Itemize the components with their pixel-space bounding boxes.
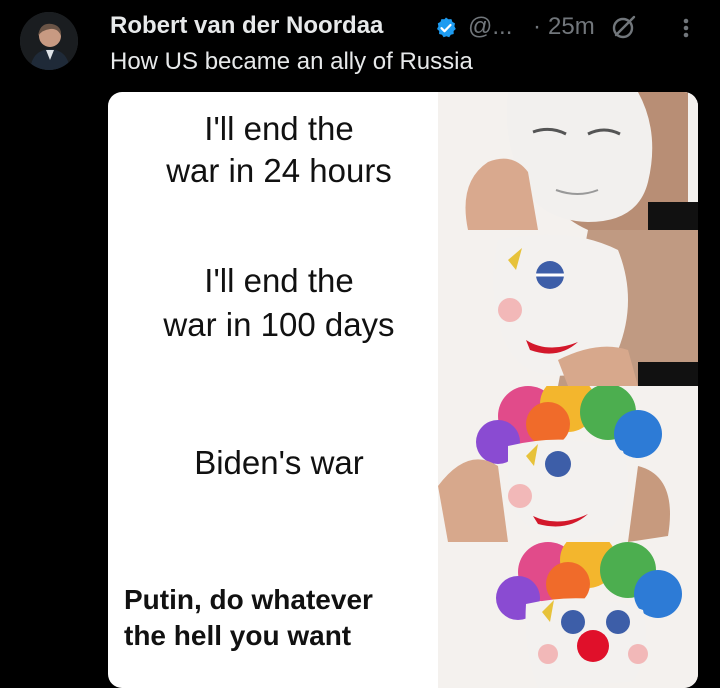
meme-panel-4: Putin, do whatever the hell you want xyxy=(108,542,698,688)
panel-2-caption-line2: war in 100 days xyxy=(163,306,395,343)
author-name[interactable]: Robert van der Noordaa xyxy=(110,12,383,40)
panel-4-caption-line2: the hell you want xyxy=(124,620,352,651)
meme-panel-2: I'll end the war in 100 days xyxy=(108,230,698,386)
meme-panel-3: Biden's war xyxy=(108,386,698,542)
panel-4-caption-line1: Putin, do whatever xyxy=(124,584,373,615)
panel-2-caption-line1: I'll end the xyxy=(204,262,354,299)
separator-dot: · xyxy=(533,13,541,40)
avatar[interactable] xyxy=(20,12,78,70)
tweet-header: Robert van der Noordaa @... · 25m xyxy=(110,10,700,44)
clown-face-1-illustration xyxy=(438,92,698,230)
tweet-text: How US became an ally of Russia xyxy=(110,48,473,75)
panel-3-caption: Biden's war xyxy=(194,444,364,481)
clown-face-3-illustration xyxy=(438,386,698,542)
clown-face-4-illustration xyxy=(438,542,698,688)
timestamp[interactable]: 25m xyxy=(548,13,595,41)
meme-panel-1: I'll end the war in 24 hours xyxy=(108,92,698,230)
clown-face-2-illustration xyxy=(438,230,698,386)
author-handle[interactable]: @... xyxy=(468,13,512,41)
grok-icon[interactable] xyxy=(610,13,638,41)
avatar-photo xyxy=(20,12,78,70)
verified-badge-icon xyxy=(434,16,458,40)
more-vertical-icon[interactable] xyxy=(676,14,696,42)
tweet-media-image[interactable]: I'll end the war in 24 hours I'll end th… xyxy=(108,92,698,688)
panel-1-caption-line1: I'll end the xyxy=(204,110,354,147)
panel-1-caption-line2: war in 24 hours xyxy=(166,152,392,189)
